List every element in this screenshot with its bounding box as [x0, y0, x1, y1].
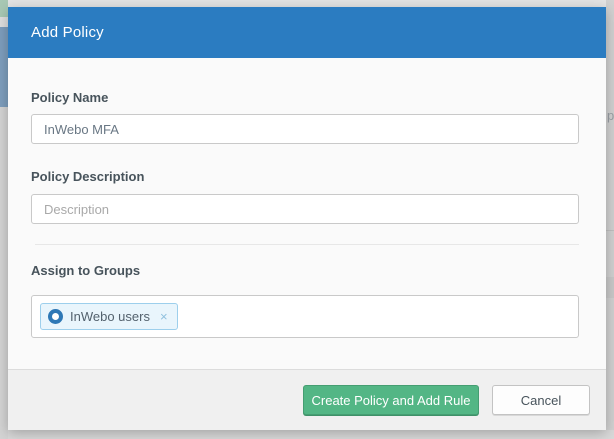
cancel-button[interactable]: Cancel: [492, 385, 590, 415]
dialog-footer: Create Policy and Add Rule Cancel: [8, 369, 606, 430]
policy-description-label: Policy Description: [31, 169, 144, 184]
group-chip[interactable]: InWebo users ×: [40, 303, 178, 330]
backdrop-right-strip: pp: [606, 0, 614, 439]
backdrop-clipped-text: pp: [607, 108, 614, 123]
backdrop-gap-fragment: [0, 17, 8, 27]
backdrop-bottom-strip: [8, 430, 614, 439]
policy-description-input[interactable]: [31, 194, 579, 224]
dialog-header: Add Policy: [8, 7, 606, 58]
backdrop-row-fragment: [606, 277, 614, 298]
backdrop-blue-fragment: [0, 27, 8, 107]
backdrop-table-line: [606, 230, 614, 231]
dialog-title: Add Policy: [31, 24, 104, 41]
section-divider: [35, 244, 579, 245]
backdrop-green-fragment: [0, 0, 8, 17]
policy-name-input[interactable]: [31, 114, 579, 144]
backdrop-left-strip: [0, 0, 8, 439]
create-policy-button[interactable]: Create Policy and Add Rule: [303, 385, 479, 415]
backdrop-top-strip: [8, 0, 614, 7]
group-donut-icon: [48, 309, 63, 324]
groups-multiselect-input[interactable]: InWebo users ×: [31, 295, 579, 338]
group-chip-label: InWebo users: [70, 309, 150, 324]
dialog-body: Policy Name Policy Description Assign to…: [8, 58, 606, 369]
assign-groups-label: Assign to Groups: [31, 263, 140, 278]
add-policy-dialog: Add Policy Policy Name Policy Descriptio…: [8, 7, 606, 430]
policy-name-label: Policy Name: [31, 90, 108, 105]
chip-remove-icon[interactable]: ×: [160, 310, 168, 323]
